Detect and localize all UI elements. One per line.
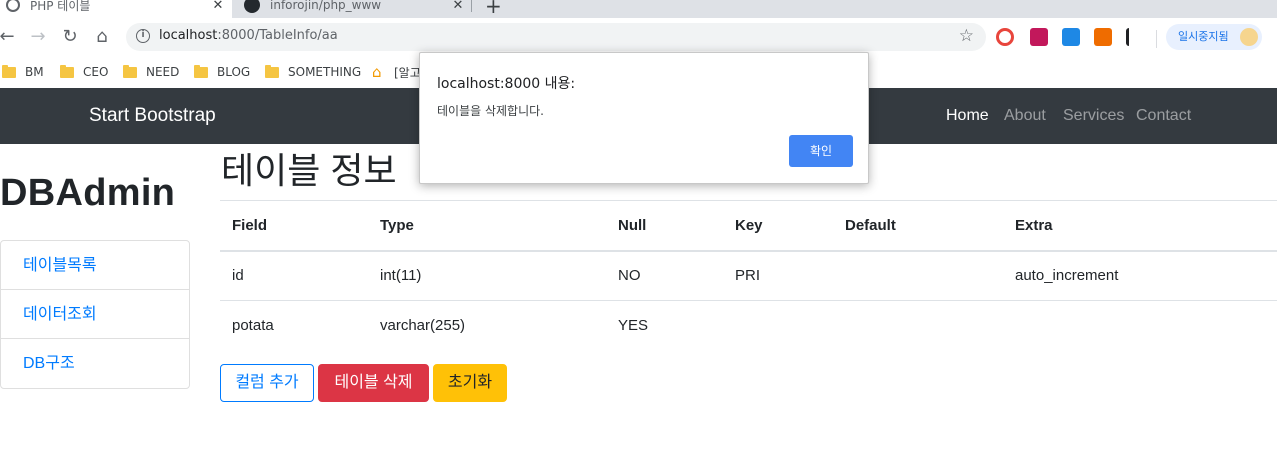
home-icon[interactable]: ⌂: [91, 26, 113, 48]
bookmark-label: NEED: [146, 65, 180, 79]
table-cell: auto_increment: [1015, 267, 1119, 285]
close-tab-icon[interactable]: ✕: [210, 0, 226, 13]
table-cell: NO: [618, 267, 641, 285]
table-header-row: Field Type Null Key Default Extra: [220, 200, 1277, 251]
delete-table-button[interactable]: 테이블 삭제: [318, 364, 429, 402]
tab-php-table[interactable]: PHP 테이블 ✕: [0, 0, 232, 18]
forward-arrow-icon[interactable]: →: [27, 26, 49, 48]
column-header: Default: [845, 216, 896, 234]
column-header: Extra: [1015, 216, 1053, 234]
table-cell: varchar(255): [380, 317, 466, 335]
table-cell: YES: [618, 317, 649, 335]
bookmark-label: SOMETHING: [288, 65, 362, 79]
table-cell: potata: [232, 317, 274, 335]
alert-dialog: localhost:8000 내용: 테이블을 삭제합니다. 확인: [419, 52, 869, 184]
table-cell: PRI: [735, 267, 761, 285]
column-header: Type: [380, 216, 414, 234]
folder-icon: [60, 64, 74, 78]
dialog-ok-button[interactable]: 확인: [789, 135, 853, 167]
folder-icon: [265, 64, 279, 78]
profile-paused-button[interactable]: 일시중지됨: [1166, 24, 1262, 50]
column-header: Null: [618, 216, 647, 234]
github-icon: [244, 0, 260, 13]
globe-icon: [6, 0, 20, 12]
back-arrow-icon[interactable]: ←: [0, 26, 18, 48]
bookmark-algo[interactable]: ⌂ [알고: [372, 62, 421, 82]
sidebar-item-db-structure[interactable]: DB구조: [1, 339, 189, 388]
sidebar-item-data-view[interactable]: 데이터조회: [1, 290, 189, 339]
nav-home[interactable]: Home: [946, 107, 989, 125]
toolbar-divider: [1156, 30, 1157, 48]
folder-icon: [2, 64, 16, 78]
sidebar-title: DBAdmin: [0, 172, 176, 214]
table-cell: [833, 251, 1003, 301]
tab-strip: PHP 테이블 ✕ inforojin/php_www ✕ +: [0, 0, 1277, 18]
folder-icon: [194, 64, 208, 78]
table-cell: [1003, 301, 1277, 351]
page-title: 테이블 정보: [221, 150, 397, 191]
extension-ex-icon[interactable]: [1094, 28, 1112, 46]
table-cell: id: [232, 267, 244, 285]
table-row: id int(11) NO PRI auto_increment: [220, 251, 1277, 301]
table-row: potata varchar(255) YES: [220, 301, 1277, 351]
navbar-brand[interactable]: Start Bootstrap: [89, 105, 216, 127]
house-icon: ⌂: [372, 63, 382, 81]
url-text[interactable]: localhost:8000/TableInfo/aa: [159, 28, 338, 43]
nav-services[interactable]: Services: [1063, 107, 1124, 125]
extension-eyedropper-icon[interactable]: [1126, 28, 1144, 46]
bookmark-something[interactable]: SOMETHING: [265, 62, 361, 82]
tab-title: PHP 테이블: [30, 0, 91, 13]
bookmark-label: BM: [25, 65, 44, 79]
extension-s-icon[interactable]: [1062, 28, 1080, 46]
bookmark-ceo[interactable]: CEO: [60, 62, 108, 82]
extension-record-icon[interactable]: [996, 28, 1014, 46]
table-cell: int(11): [380, 267, 422, 285]
avatar: [1240, 28, 1258, 46]
dialog-title: localhost:8000 내용:: [437, 76, 576, 92]
tab-title: inforojin/php_www: [270, 0, 382, 12]
url-host: localhost: [159, 28, 218, 43]
tab-github[interactable]: inforojin/php_www ✕: [236, 0, 472, 18]
sidebar-list: 테이블목록 데이터조회 DB구조: [0, 240, 190, 389]
bookmark-bm[interactable]: BM: [2, 62, 44, 82]
reset-button[interactable]: 초기화: [433, 364, 507, 402]
new-tab-button[interactable]: +: [485, 0, 502, 18]
column-header: Key: [735, 216, 763, 234]
bookmark-blog[interactable]: BLOG: [194, 62, 250, 82]
bookmark-need[interactable]: NEED: [123, 62, 179, 82]
extension-face-icon[interactable]: [1030, 28, 1048, 46]
table-info: Field Type Null Key Default Extra id int…: [220, 200, 1277, 351]
add-column-button[interactable]: 컬럼 추가: [220, 364, 314, 402]
reload-icon[interactable]: ↻: [59, 26, 81, 48]
tab-divider: [471, 0, 472, 12]
nav-contact[interactable]: Contact: [1136, 107, 1191, 125]
address-bar[interactable]: i localhost:8000/TableInfo/aa ☆: [126, 23, 986, 51]
bookmark-label: BLOG: [217, 65, 251, 79]
bookmark-label: [알고: [394, 65, 421, 80]
table-cell: [833, 301, 1003, 351]
info-icon[interactable]: i: [136, 29, 150, 43]
dialog-message: 테이블을 삭제합니다.: [437, 104, 544, 118]
bookmark-star-icon[interactable]: ☆: [959, 26, 974, 46]
url-path: :8000/TableInfo/aa: [217, 28, 338, 43]
paused-label: 일시중지됨: [1178, 30, 1229, 43]
bookmark-label: CEO: [83, 65, 109, 79]
folder-icon: [123, 64, 137, 78]
column-header: Field: [232, 216, 268, 234]
close-tab-icon[interactable]: ✕: [450, 0, 466, 13]
table-cell: [723, 301, 833, 351]
nav-about[interactable]: About: [1004, 107, 1046, 125]
sidebar-item-table-list[interactable]: 테이블목록: [1, 241, 189, 290]
